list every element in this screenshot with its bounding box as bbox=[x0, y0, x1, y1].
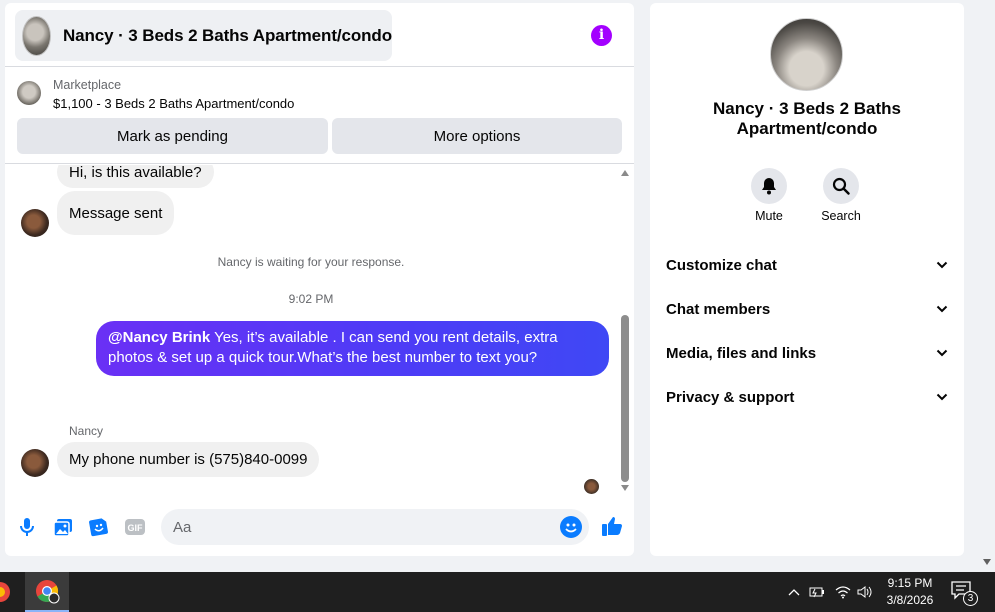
taskbar: 9:15 PM 3/8/2026 3 bbox=[0, 572, 995, 612]
search-icon bbox=[823, 168, 859, 204]
message-list: Hi, is this available? Message sent Nanc… bbox=[5, 165, 634, 498]
microphone-icon[interactable] bbox=[15, 515, 39, 539]
notification-count-badge: 3 bbox=[963, 591, 978, 606]
conversation-info-panel: Nancy · 3 Beds 2 Baths Apartment/condo M… bbox=[650, 3, 964, 556]
incoming-message[interactable]: My phone number is (575)840-0099 bbox=[57, 442, 320, 477]
avatar[interactable] bbox=[21, 209, 49, 237]
chat-title-button[interactable]: Nancy · 3 Beds 2 Baths Apartment/condo bbox=[15, 10, 392, 61]
emoji-icon[interactable] bbox=[560, 516, 582, 538]
section-label: Chat members bbox=[666, 300, 771, 318]
section-label: Media, files and links bbox=[666, 344, 817, 362]
mark-as-pending-button[interactable]: Mark as pending bbox=[17, 118, 328, 154]
mention[interactable]: @Nancy Brink bbox=[108, 329, 210, 346]
clock-time: 9:15 PM bbox=[887, 576, 933, 590]
chevron-down-icon bbox=[936, 261, 948, 269]
section-label: Privacy & support bbox=[666, 388, 795, 406]
outgoing-message[interactable]: @Nancy Brink Yes, it’s available . I can… bbox=[96, 321, 609, 376]
message-input[interactable] bbox=[161, 509, 589, 545]
chevron-down-icon bbox=[936, 393, 948, 401]
chat-header: Nancy · 3 Beds 2 Baths Apartment/condo i bbox=[5, 3, 634, 67]
privacy-support-section[interactable]: Privacy & support bbox=[666, 385, 948, 409]
chevron-up-icon[interactable] bbox=[785, 581, 803, 603]
chrome-taskbar-icon[interactable] bbox=[25, 572, 69, 612]
search-label: Search bbox=[821, 209, 861, 223]
scroll-up-arrow-icon[interactable] bbox=[621, 170, 629, 176]
composer: GIF bbox=[5, 503, 634, 553]
notification-center-button[interactable]: 3 bbox=[950, 580, 980, 606]
photo-icon[interactable] bbox=[51, 515, 75, 539]
mute-label: Mute bbox=[755, 209, 783, 223]
scroll-down-arrow-icon[interactable] bbox=[621, 485, 629, 491]
listing-category: Marketplace bbox=[53, 78, 122, 92]
page-scroll-down-arrow-icon[interactable] bbox=[983, 559, 991, 565]
thumbs-up-icon[interactable] bbox=[600, 514, 624, 538]
wifi-icon[interactable] bbox=[834, 581, 852, 603]
profile-avatar[interactable] bbox=[770, 18, 843, 91]
bell-icon bbox=[751, 168, 787, 204]
listing-thumbnail[interactable] bbox=[17, 81, 41, 105]
message-timestamp: 9:02 PM bbox=[288, 292, 334, 306]
incoming-message[interactable]: Message sent bbox=[57, 191, 175, 235]
taskbar-app-partial[interactable] bbox=[0, 572, 12, 612]
waiting-notice: Nancy is waiting for your response. bbox=[217, 255, 405, 269]
system-clock[interactable]: 9:15 PM 3/8/2026 bbox=[882, 575, 938, 609]
search-button[interactable]: Search bbox=[811, 168, 871, 223]
gif-icon[interactable]: GIF bbox=[123, 515, 147, 539]
profile-name: Nancy · 3 Beds 2 Baths Apartment/condo bbox=[712, 99, 901, 138]
chat-members-section[interactable]: Chat members bbox=[666, 297, 948, 321]
svg-text:GIF: GIF bbox=[128, 523, 144, 533]
sticker-icon[interactable] bbox=[87, 515, 111, 539]
chevron-down-icon bbox=[936, 305, 948, 313]
chat-panel: Nancy · 3 Beds 2 Baths Apartment/condo i… bbox=[5, 3, 634, 556]
customize-chat-section[interactable]: Customize chat bbox=[666, 253, 948, 277]
incoming-message[interactable]: Hi, is this available? bbox=[57, 165, 214, 188]
chat-title: Nancy · 3 Beds 2 Baths Apartment/condo bbox=[62, 25, 392, 45]
read-receipt-avatar bbox=[584, 479, 599, 494]
message-scrollbar[interactable] bbox=[617, 165, 632, 498]
more-options-button[interactable]: More options bbox=[332, 118, 622, 154]
listing-avatar bbox=[22, 15, 51, 56]
avatar[interactable] bbox=[21, 449, 49, 477]
mute-button[interactable]: Mute bbox=[739, 168, 799, 223]
listing-card: Marketplace $1,100 - 3 Beds 2 Baths Apar… bbox=[5, 68, 634, 164]
media-files-links-section[interactable]: Media, files and links bbox=[666, 341, 948, 365]
clock-date: 3/8/2026 bbox=[886, 593, 934, 607]
info-icon[interactable]: i bbox=[591, 25, 612, 46]
chevron-down-icon bbox=[936, 349, 948, 357]
section-label: Customize chat bbox=[666, 256, 777, 274]
volume-icon[interactable] bbox=[856, 581, 874, 603]
listing-price-title[interactable]: $1,100 - 3 Beds 2 Baths Apartment/condo bbox=[53, 96, 294, 111]
sender-name: Nancy bbox=[69, 424, 104, 438]
scroll-thumb[interactable] bbox=[621, 315, 629, 482]
battery-icon[interactable] bbox=[808, 581, 826, 603]
